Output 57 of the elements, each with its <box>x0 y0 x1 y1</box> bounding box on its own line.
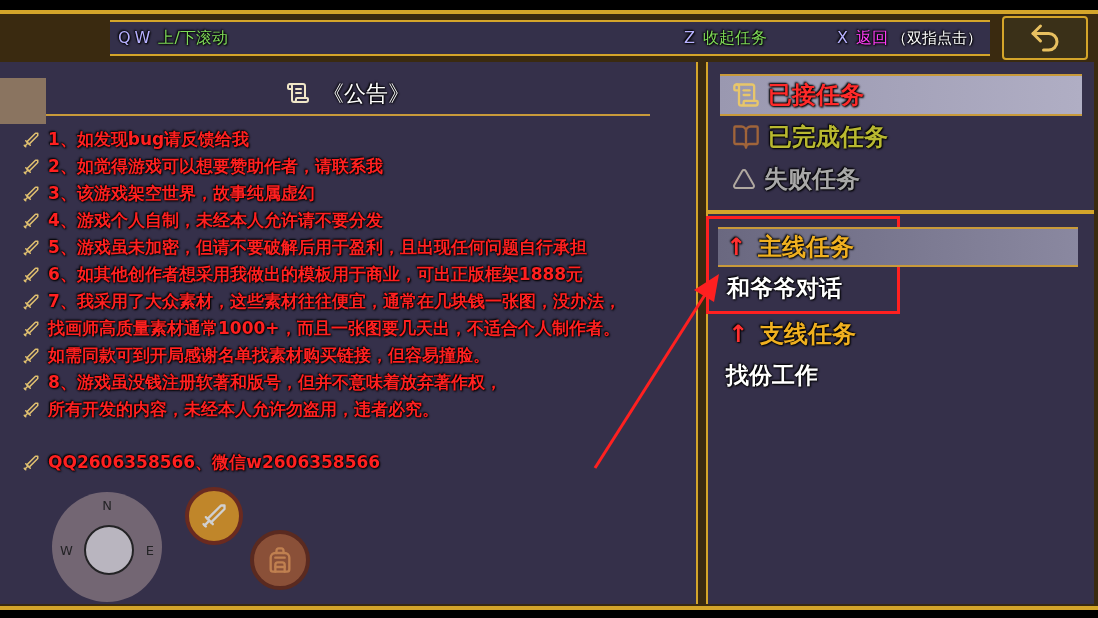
sword-icon <box>22 265 40 284</box>
group-label: 主线任务 <box>758 232 855 263</box>
key-label: X <box>837 27 848 49</box>
group-label: 支线任务 <box>760 319 857 350</box>
arrow-marker: ↑ <box>728 319 749 350</box>
arrow-marker: ↑ <box>726 232 747 263</box>
paper-icon <box>286 81 310 105</box>
category-label: 失败任务 <box>764 164 860 195</box>
control-label: 收起任务 <box>703 27 768 49</box>
book-icon <box>732 123 760 151</box>
key-label: W <box>134 27 151 49</box>
sword-icon <box>22 292 40 311</box>
notice-line: 8、游戏虽没钱注册软著和版号，但并不意味着放弃著作权， <box>48 370 502 394</box>
sword-icon <box>22 157 40 176</box>
notice-line: 6、如其他创作者想采用我做出的模板用于商业，可出正版框架1888元 <box>48 262 584 286</box>
key-label: Z <box>684 27 696 49</box>
notice-title: 《公告》 <box>322 79 410 108</box>
notice-line: QQ2606358566、微信w2606358566 <box>48 450 381 474</box>
sword-icon <box>22 211 40 230</box>
control-label: 返回 <box>856 27 888 49</box>
sword-icon <box>22 184 40 203</box>
category-item[interactable]: 已完成任务 <box>720 116 1082 158</box>
bag-button[interactable] <box>250 530 310 590</box>
sword-icon <box>22 373 40 392</box>
scroll-icon <box>732 81 760 109</box>
category-item[interactable]: 失败任务 <box>720 158 1082 200</box>
sword-icon <box>22 130 40 149</box>
notice-line: 找画师高质量素材通常1000+，而且一张图要几天出，不适合个人制作者。 <box>48 316 620 340</box>
sword-icon <box>200 502 228 530</box>
quest-item[interactable]: 和爷爷对话 <box>727 267 842 309</box>
notice-line: 如需同款可到开局感谢名单找素材购买链接，但容易撞脸。 <box>48 343 490 367</box>
notice-line: 3、该游戏架空世界，故事纯属虚幻 <box>48 181 315 205</box>
sword-icon <box>22 453 40 472</box>
notice-line: 4、游戏个人自制，未经本人允许请不要分发 <box>48 208 383 232</box>
sword-icon <box>22 400 40 419</box>
quest-group[interactable]: ↑ 支线任务 <box>720 314 1080 354</box>
avatar-photo <box>0 78 46 124</box>
quest-item[interactable]: 找份工作 <box>726 354 818 396</box>
sword-icon <box>22 346 40 365</box>
sword-icon <box>22 319 40 338</box>
key-label: Q <box>118 27 131 49</box>
compass-letter: E <box>145 541 154 560</box>
compass-letter: W <box>60 541 73 560</box>
compass-letter: N <box>102 497 112 515</box>
sword-icon <box>22 238 40 257</box>
back-button[interactable] <box>1002 16 1088 60</box>
control-note: （双指点击） <box>892 27 982 49</box>
category-label: 已完成任务 <box>768 122 888 153</box>
notice-line: 1、如发现bug请反馈给我 <box>48 127 250 151</box>
notice-line: 所有开发的内容，未经本人允许勿盗用，违者必究。 <box>48 397 439 421</box>
notice-line: 2、如觉得游戏可以想要赞助作者，请联系我 <box>48 154 383 178</box>
notice-line: 5、游戏虽未加密，但请不要破解后用于盈利，且出现任何问题自行承担 <box>48 235 587 259</box>
category-label: 已接任务 <box>768 80 864 111</box>
triangle-icon <box>732 167 756 191</box>
attack-button[interactable] <box>185 487 243 545</box>
notice-line: 7、我采用了大众素材，这些素材往往便宜，通常在几块钱一张图，没办法， <box>48 289 621 313</box>
control-label: 上/下滚动 <box>158 27 228 49</box>
